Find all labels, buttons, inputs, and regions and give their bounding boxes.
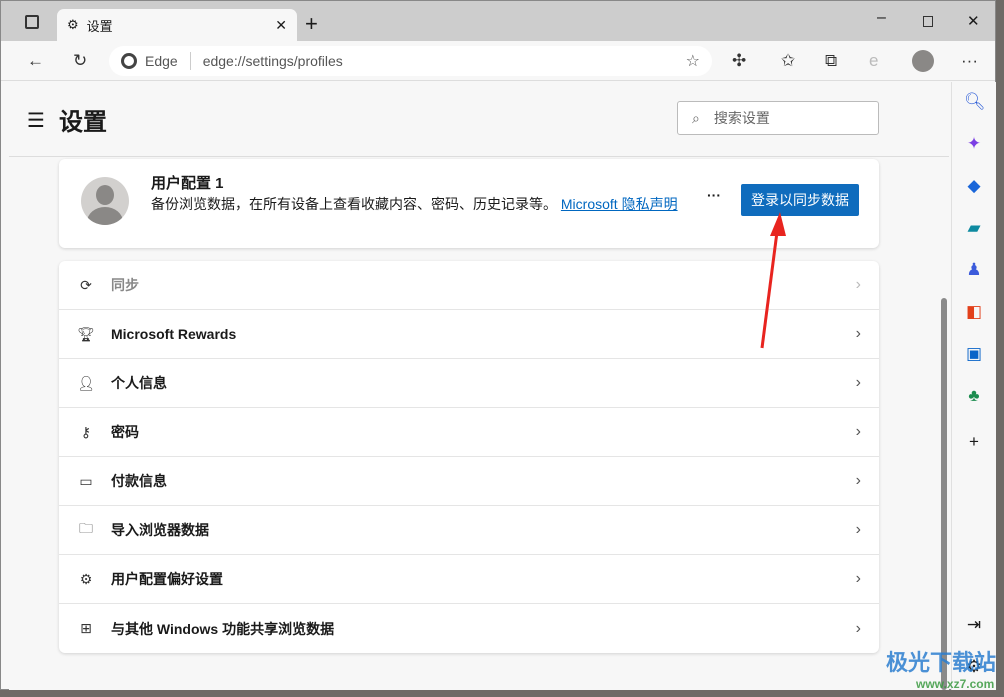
red-arrow-annotation: [760, 212, 786, 349]
watermark: 极光下载站 www.xz7.com: [886, 650, 997, 691]
